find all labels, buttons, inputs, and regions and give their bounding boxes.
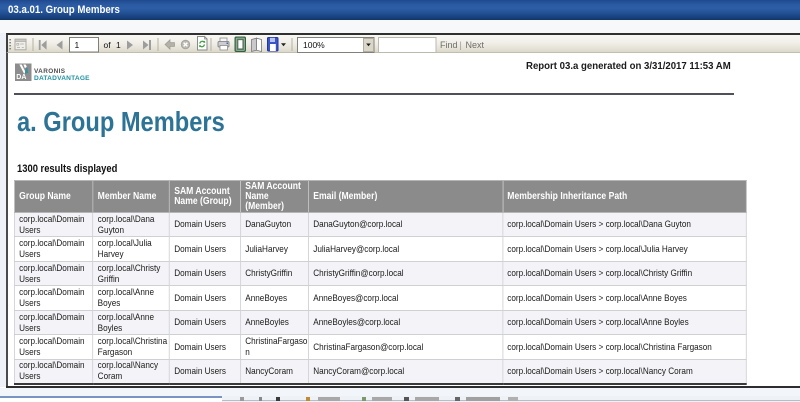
svg-text:100%: 100% (303, 40, 325, 50)
svg-text:|: | (460, 40, 462, 50)
svg-text:VARONIS: VARONIS (34, 68, 66, 75)
svg-text:1: 1 (116, 40, 121, 50)
svg-text:DA: DA (16, 74, 26, 81)
svg-text:of: of (104, 40, 112, 50)
svg-text:1: 1 (75, 40, 80, 50)
svg-text:Next: Next (466, 40, 485, 50)
svg-text:DATADVANTAGE: DATADVANTAGE (34, 75, 90, 82)
svg-text:Find: Find (440, 40, 458, 50)
